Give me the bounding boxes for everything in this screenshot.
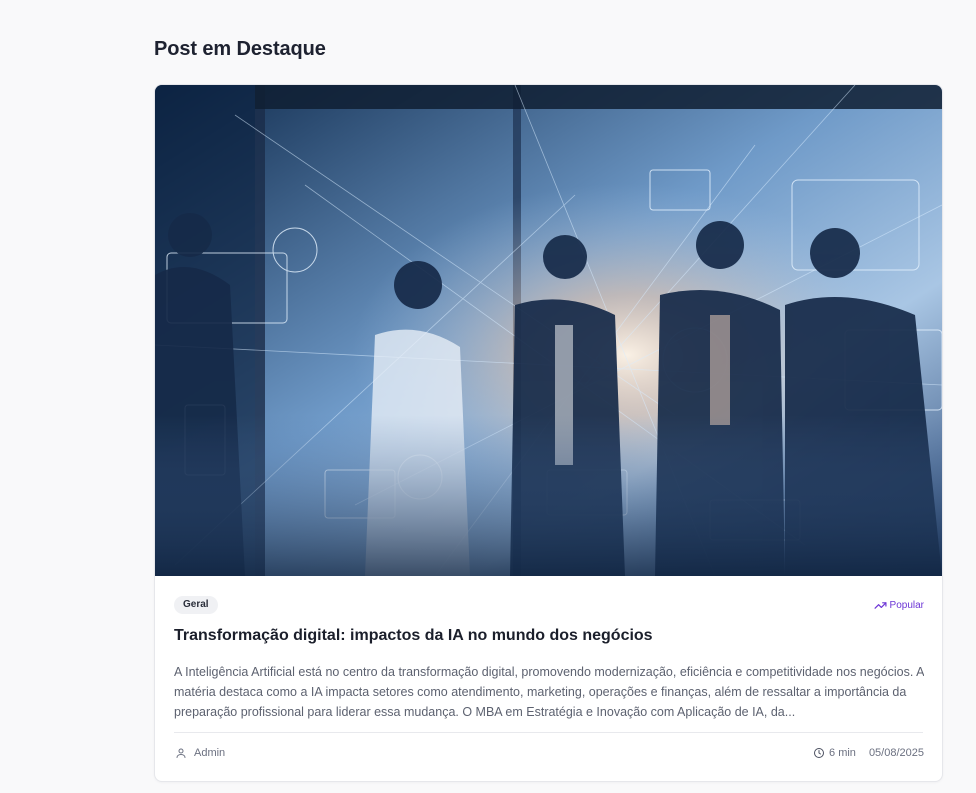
post-date: 05/08/2025 [868,747,924,759]
popular-badge: Popular [874,599,924,612]
post-excerpt: A Inteligência Artificial está no centro… [174,665,924,719]
category-tag[interactable]: Geral [174,596,218,614]
post-title[interactable]: Transformação digital: impactos da IA no… [174,627,653,645]
section-title: Post em Destaque [154,38,326,60]
featured-post-card[interactable]: Geral Popular Transformação digital: imp… [154,84,943,782]
trending-up-icon [874,602,887,609]
user-icon [176,748,186,758]
divider [174,732,923,733]
author-name: Admin [194,747,226,759]
post-author: Admin [175,747,225,759]
read-time-label: 6 min [829,747,856,759]
post-meta: 6 min 05/08/2025 [813,747,924,759]
clock-icon [814,748,825,758]
read-time: 6 min [813,747,856,759]
featured-post-image[interactable] [155,85,942,576]
popular-badge-label: Popular [889,600,924,611]
